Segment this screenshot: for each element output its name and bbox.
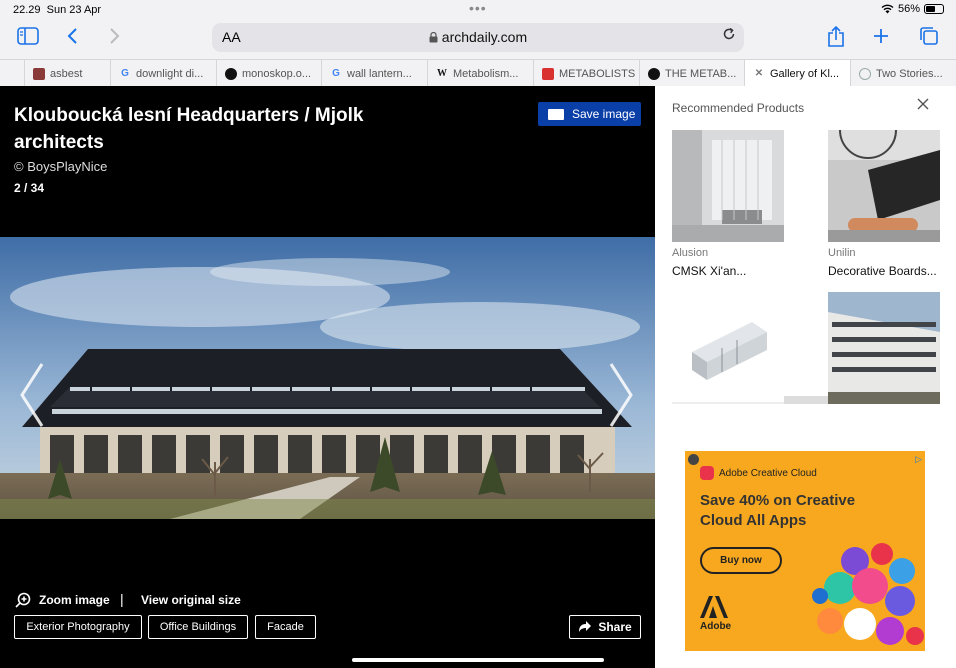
sidebar-toggle-icon[interactable] bbox=[16, 26, 40, 50]
view-original-size-link[interactable]: View original size bbox=[141, 593, 241, 607]
ad-shield-icon bbox=[688, 454, 699, 465]
page-title: Klouboucká lesní Headquarters / Mjolk ar… bbox=[14, 105, 364, 153]
zoom-image-label: Zoom image bbox=[39, 593, 110, 607]
browser-toolbar: AA archdaily.com bbox=[0, 20, 956, 56]
tab-label: METABOLISTS bbox=[559, 67, 636, 80]
share-label: Share bbox=[598, 620, 632, 634]
gallery-photo[interactable] bbox=[0, 237, 655, 519]
previous-arrow-icon[interactable] bbox=[18, 362, 46, 438]
close-icon[interactable]: ✕ bbox=[753, 68, 765, 80]
adobe-logo: Adobe bbox=[700, 596, 731, 632]
product-name-link[interactable]: CMSK Xi'an... bbox=[672, 264, 784, 278]
scroll-shadow bbox=[784, 396, 828, 404]
buy-now-button[interactable]: Buy now bbox=[700, 547, 782, 574]
tab-label: asbest bbox=[50, 67, 83, 80]
wikipedia-icon: W bbox=[437, 67, 447, 79]
tab-label: THE METAB... bbox=[665, 67, 737, 80]
multitasking-dots-icon[interactable]: ••• bbox=[469, 0, 487, 16]
reload-icon[interactable] bbox=[722, 27, 736, 46]
creative-cloud-icon bbox=[700, 466, 714, 480]
product-image-alusion[interactable] bbox=[672, 130, 784, 242]
archdaily-icon bbox=[859, 67, 871, 80]
battery-icon bbox=[924, 4, 944, 14]
tab-strip: asbest Gdownlight di... monoskop.o... Gw… bbox=[0, 59, 956, 87]
lock-icon bbox=[429, 31, 438, 43]
tag-office-buildings[interactable]: Office Buildings bbox=[148, 615, 248, 639]
save-image-label: Save image bbox=[572, 107, 636, 121]
separator: | bbox=[120, 591, 124, 607]
panel-title: Recommended Products bbox=[672, 101, 805, 115]
save-image-button[interactable]: Save image bbox=[538, 102, 641, 126]
tab-label: wall lantern... bbox=[347, 67, 412, 80]
tab-label: Gallery of Kl... bbox=[770, 67, 840, 80]
tab-the-metab[interactable]: THE METAB... bbox=[640, 60, 745, 87]
address-bar[interactable]: AA archdaily.com bbox=[212, 23, 744, 52]
folder-icon bbox=[548, 108, 564, 120]
photo-credit: © BoysPlayNice bbox=[14, 159, 108, 174]
battery-percent: 56% bbox=[897, 3, 920, 15]
tab-edge bbox=[0, 60, 25, 87]
status-time: 22.29 Sun 23 Apr bbox=[13, 4, 102, 16]
ad-headline: Save 40% on Creative Cloud All Apps bbox=[700, 492, 856, 529]
status-right: 56% bbox=[881, 3, 944, 15]
ad-brand-text: Adobe Creative Cloud bbox=[719, 467, 817, 479]
tab-label: monoskop.o... bbox=[242, 67, 312, 80]
new-tab-plus-icon[interactable] bbox=[869, 26, 893, 50]
tab-asbest[interactable]: asbest bbox=[25, 60, 111, 87]
product-name-link[interactable]: Decorative Boards... bbox=[828, 264, 940, 278]
product-image-window-profile[interactable] bbox=[672, 292, 784, 404]
browser-chrome: 22.29 Sun 23 Apr ••• 56% AA archdaily.co… bbox=[0, 0, 956, 87]
product-image-unilin[interactable] bbox=[828, 130, 940, 242]
monoskop-icon bbox=[225, 67, 237, 80]
next-arrow-icon[interactable] bbox=[607, 362, 635, 438]
tab-label: Two Stories... bbox=[876, 67, 943, 80]
google-icon: G bbox=[332, 67, 340, 79]
tag-exterior-photography[interactable]: Exterior Photography bbox=[14, 615, 142, 639]
ad-balloons-illustration bbox=[812, 543, 924, 645]
forward-icon[interactable] bbox=[103, 26, 127, 50]
tag-facade[interactable]: Facade bbox=[255, 615, 316, 639]
adobe-a-icon bbox=[700, 596, 728, 618]
product-brand: Unilin bbox=[828, 247, 856, 259]
url-text[interactable]: archdaily.com bbox=[212, 29, 744, 45]
tab-monoskop[interactable]: monoskop.o... bbox=[217, 60, 322, 87]
back-icon[interactable] bbox=[60, 26, 84, 50]
building-photo bbox=[0, 237, 655, 519]
tab-metabolists[interactable]: METABOLISTS bbox=[534, 60, 640, 87]
tab-label: downlight di... bbox=[136, 67, 204, 80]
google-icon: G bbox=[121, 67, 129, 79]
tab-wall-lantern[interactable]: Gwall lantern... bbox=[322, 60, 428, 87]
image-counter: 2 / 34 bbox=[14, 181, 45, 195]
tab-label: Metabolism... bbox=[453, 67, 519, 80]
ad-brand-line: Adobe Creative Cloud bbox=[700, 466, 817, 480]
product-image-building[interactable] bbox=[828, 292, 940, 404]
close-icon[interactable] bbox=[917, 97, 929, 115]
product-brand: Alusion bbox=[672, 247, 709, 259]
book-icon bbox=[33, 67, 45, 80]
share-toolbar-icon[interactable] bbox=[824, 25, 848, 50]
red-square-icon bbox=[542, 67, 554, 80]
recommended-products-panel: Recommended Products Alusion CMSK Xi'an.… bbox=[655, 86, 956, 668]
black-circle-icon bbox=[648, 67, 660, 80]
tabs-overview-icon[interactable] bbox=[917, 26, 941, 50]
adobe-ad-banner[interactable]: ▷ Adobe Creative Cloud Save 40% on Creat… bbox=[685, 451, 925, 651]
tab-two-stories[interactable]: Two Stories... bbox=[851, 60, 956, 87]
tab-downlight[interactable]: Gdownlight di... bbox=[111, 60, 217, 87]
zoom-image-button[interactable]: Zoom image bbox=[15, 592, 110, 608]
zoom-in-icon bbox=[15, 592, 31, 608]
adchoices-icon[interactable]: ▷ bbox=[915, 454, 922, 465]
share-button[interactable]: Share bbox=[569, 615, 641, 639]
wifi-icon bbox=[881, 4, 894, 14]
share-arrow-icon bbox=[579, 621, 592, 632]
status-bar: 22.29 Sun 23 Apr ••• 56% bbox=[0, 0, 956, 20]
home-indicator[interactable] bbox=[352, 658, 604, 662]
gallery-viewer: Klouboucká lesní Headquarters / Mjolk ar… bbox=[0, 86, 655, 668]
tab-metabolism[interactable]: W Metabolism... bbox=[428, 60, 534, 87]
tab-gallery-active[interactable]: ✕ Gallery of Kl... bbox=[745, 60, 851, 87]
